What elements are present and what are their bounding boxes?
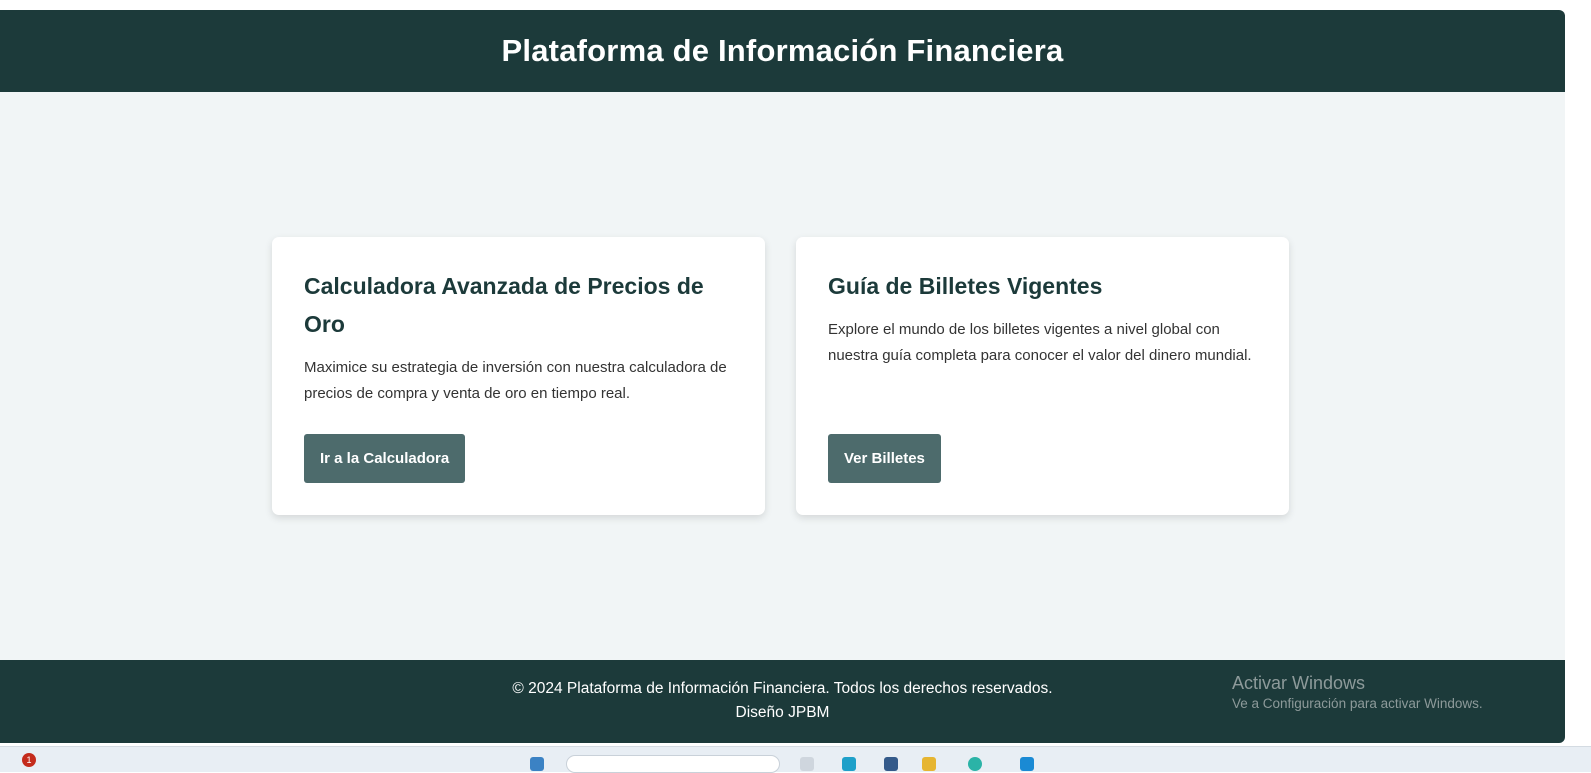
window-edge bbox=[1565, 10, 1591, 743]
watermark-subtitle: Ve a Configuración para activar Windows. bbox=[1232, 696, 1483, 711]
go-to-calculator-button[interactable]: Ir a la Calculadora bbox=[304, 434, 466, 483]
chrome-icon[interactable] bbox=[968, 757, 982, 771]
windows-activation-watermark: Activar Windows Ve a Configuración para … bbox=[1232, 672, 1483, 714]
card-banknotes-guide: Guía de Billetes Vigentes Explore el mun… bbox=[796, 237, 1289, 515]
view-banknotes-button[interactable]: Ver Billetes bbox=[828, 434, 941, 483]
store-icon[interactable] bbox=[884, 757, 898, 771]
taskbar-search-input[interactable] bbox=[566, 755, 780, 773]
edge-icon[interactable] bbox=[842, 757, 856, 771]
card-description: Explore el mundo de los billetes vigente… bbox=[828, 321, 1252, 364]
vscode-icon[interactable] bbox=[1020, 757, 1034, 771]
explorer-icon[interactable] bbox=[922, 757, 936, 771]
card-title: Guía de Billetes Vigentes bbox=[828, 273, 1103, 299]
notification-badge[interactable]: 1 bbox=[22, 753, 36, 767]
watermark-title: Activar Windows bbox=[1232, 673, 1366, 693]
taskbar: 1 bbox=[0, 746, 1591, 773]
app-window: Plataforma de Información Financiera Cal… bbox=[0, 10, 1565, 743]
card-description: Maximice su estrategia de inversión con … bbox=[304, 359, 727, 402]
start-icon[interactable] bbox=[530, 757, 544, 771]
page-title: Plataforma de Información Financiera bbox=[501, 33, 1064, 68]
card-title: Calculadora Avanzada de Precios de Oro bbox=[304, 273, 704, 337]
site-header: Plataforma de Información Financiera bbox=[0, 10, 1565, 92]
card-gold-calculator: Calculadora Avanzada de Precios de Oro M… bbox=[272, 237, 765, 515]
browser-top-strip bbox=[0, 0, 1591, 10]
task-view-icon[interactable] bbox=[800, 757, 814, 771]
